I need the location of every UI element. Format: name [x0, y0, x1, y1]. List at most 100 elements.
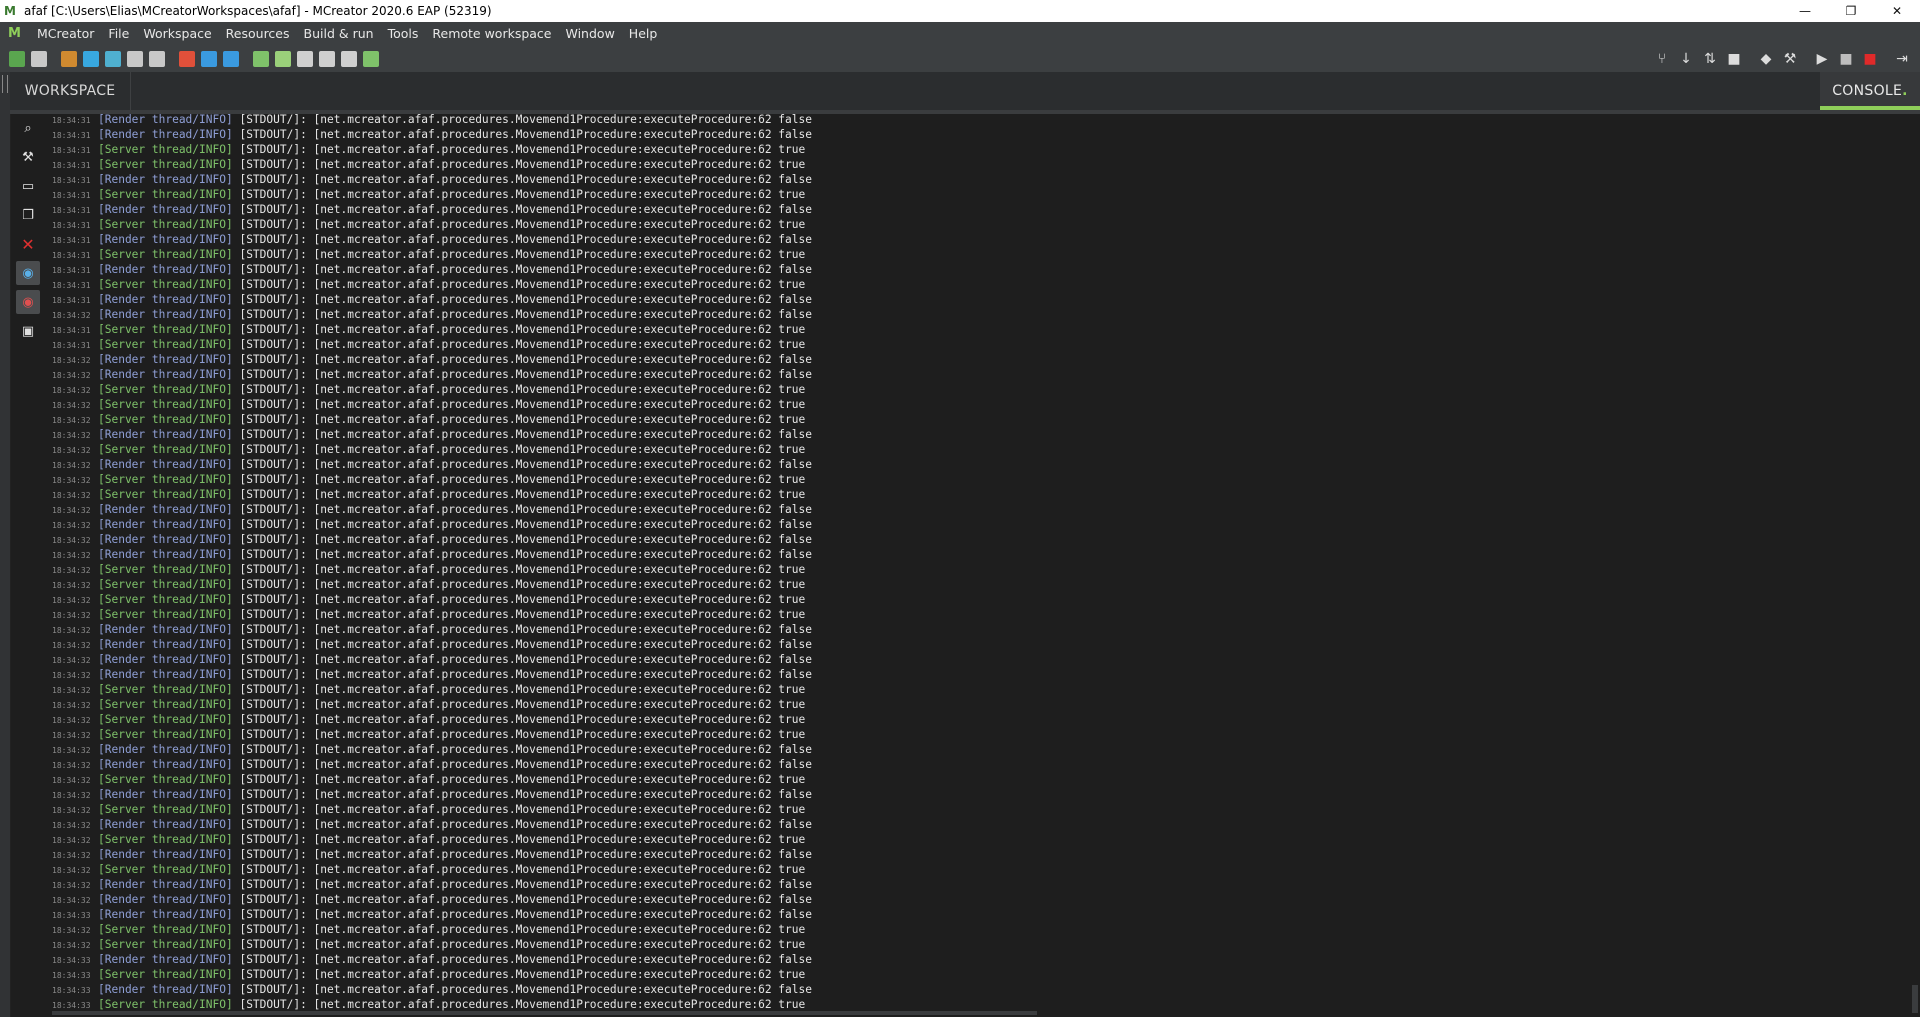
log-line: 18:34:32 [Server thread/INFO] [STDOUT/]: …: [52, 682, 1902, 697]
log-line: 18:34:32 [Server thread/INFO] [STDOUT/]: …: [52, 712, 1902, 727]
menu-tools[interactable]: Tools: [381, 22, 426, 46]
log-timestamp: 18:34:32: [52, 806, 91, 815]
hammer-icon[interactable]: ⚒: [1780, 49, 1800, 69]
log-message: [STDOUT/]: [net.mcreator.afaf.procedures…: [232, 893, 812, 906]
search-icon[interactable]: ⌕: [16, 116, 40, 140]
menu-resources[interactable]: Resources: [219, 22, 297, 46]
toolbar-tool-icon[interactable]: [179, 51, 195, 67]
menu-file[interactable]: File: [101, 22, 136, 46]
log-message: [STDOUT/]: [net.mcreator.afaf.procedures…: [232, 668, 812, 681]
toolbar-tool-icon[interactable]: [341, 51, 357, 67]
log-thread: [Render thread/INFO]: [98, 983, 233, 996]
toolbar-left-group: [0, 51, 382, 67]
log-timestamp: 18:34:33: [52, 986, 91, 995]
toolbar-tool-icon[interactable]: [319, 51, 335, 67]
log-line: 18:34:31 [Render thread/INFO] [STDOUT/]: …: [52, 202, 1902, 217]
push-icon[interactable]: ⇅: [1700, 49, 1720, 69]
tab-console-underline: [1820, 106, 1920, 110]
drag-grip-icon[interactable]: [2, 75, 8, 93]
log-timestamp: 18:34:32: [52, 821, 91, 830]
toolbar-tool-icon[interactable]: [201, 51, 217, 67]
eye-blue-icon[interactable]: ◉: [16, 261, 40, 285]
window-title: afaf [C:\Users\Elias\MCreatorWorkspaces\…: [24, 4, 492, 18]
log-timestamp: 18:34:33: [52, 1001, 91, 1010]
log-timestamp: 18:34:32: [52, 836, 91, 845]
horizontal-scrollbar[interactable]: [52, 1011, 1037, 1015]
minimize-button[interactable]: —: [1782, 0, 1828, 22]
log-line: 18:34:32 [Render thread/INFO] [STDOUT/]: …: [52, 637, 1902, 652]
toolbar-tool-icon[interactable]: [9, 51, 25, 67]
log-thread: [Render thread/INFO]: [98, 953, 233, 966]
stop-gray-icon[interactable]: ■: [1836, 49, 1856, 69]
log-message: [STDOUT/]: [net.mcreator.afaf.procedures…: [232, 803, 806, 816]
lock-icon[interactable]: ▣: [16, 319, 40, 343]
log-line: 18:34:33 [Server thread/INFO] [STDOUT/]: …: [52, 997, 1902, 1012]
clear-icon[interactable]: ✕: [16, 232, 40, 256]
close-button[interactable]: ✕: [1874, 0, 1920, 22]
run-icon[interactable]: ▶: [1812, 49, 1832, 69]
log-line: 18:34:31 [Server thread/INFO] [STDOUT/]: …: [52, 157, 1902, 172]
log-timestamp: 18:34:32: [52, 476, 91, 485]
log-message: [STDOUT/]: [net.mcreator.afaf.procedures…: [232, 968, 806, 981]
log-line: 18:34:33 [Render thread/INFO] [STDOUT/]: …: [52, 982, 1902, 997]
terminal-icon[interactable]: ▭: [16, 174, 40, 198]
menu-help[interactable]: Help: [622, 22, 665, 46]
log-message: [STDOUT/]: [net.mcreator.afaf.procedures…: [232, 953, 812, 966]
log-thread: [Server thread/INFO]: [98, 188, 233, 201]
toolbar-tool-icon[interactable]: [31, 51, 47, 67]
menu-build-run[interactable]: Build & run: [297, 22, 381, 46]
log-thread: [Server thread/INFO]: [98, 938, 233, 951]
log-line: 18:34:32 [Render thread/INFO] [STDOUT/]: …: [52, 307, 1902, 322]
log-message: [STDOUT/]: [net.mcreator.afaf.procedures…: [232, 308, 812, 321]
toolbar-tool-icon[interactable]: [275, 51, 291, 67]
log-line: 18:34:32 [Server thread/INFO] [STDOUT/]: …: [52, 727, 1902, 742]
eye-red-icon[interactable]: ◉: [16, 290, 40, 314]
log-thread: [Render thread/INFO]: [98, 758, 233, 771]
eraser-icon[interactable]: ◆: [1756, 49, 1776, 69]
vertical-scrollbar[interactable]: [1912, 985, 1918, 1013]
toolbar-tool-icon[interactable]: [253, 51, 269, 67]
toolbar-tool-icon[interactable]: [363, 51, 379, 67]
maximize-button[interactable]: ❐: [1828, 0, 1874, 22]
toolbar-tool-icon[interactable]: [105, 51, 121, 67]
export-icon[interactable]: ⇥: [1892, 49, 1912, 69]
folder-icon[interactable]: ■: [1724, 49, 1744, 69]
toolbar-tool-icon[interactable]: [61, 51, 77, 67]
log-line: 18:34:32 [Server thread/INFO] [STDOUT/]: …: [52, 697, 1902, 712]
menu-mcreator[interactable]: MCreator: [30, 22, 101, 46]
log-message: [STDOUT/]: [net.mcreator.afaf.procedures…: [232, 263, 812, 276]
toolbar-tool-icon[interactable]: [149, 51, 165, 67]
log-timestamp: 18:34:32: [52, 941, 91, 950]
log-message: [STDOUT/]: [net.mcreator.afaf.procedures…: [232, 608, 806, 621]
build-icon[interactable]: ⚒: [16, 145, 40, 169]
menu-window[interactable]: Window: [559, 22, 622, 46]
pull-icon[interactable]: ↓: [1676, 49, 1696, 69]
log-thread: [Server thread/INFO]: [98, 473, 233, 486]
log-timestamp: 18:34:32: [52, 386, 91, 395]
log-timestamp: 18:34:31: [52, 221, 91, 230]
log-thread: [Render thread/INFO]: [98, 428, 233, 441]
stop-red-icon[interactable]: ■: [1860, 49, 1880, 69]
log-message: [STDOUT/]: [net.mcreator.afaf.procedures…: [232, 458, 812, 471]
copy-icon[interactable]: ❐: [16, 203, 40, 227]
tab-console[interactable]: CONSOLE.: [1820, 72, 1920, 110]
tab-workspace[interactable]: WORKSPACE: [10, 72, 131, 110]
log-thread: [Server thread/INFO]: [98, 488, 233, 501]
log-message: [STDOUT/]: [net.mcreator.afaf.procedures…: [232, 518, 812, 531]
left-gutter: [0, 72, 11, 1017]
menu-workspace[interactable]: Workspace: [136, 22, 218, 46]
toolbar-tool-icon[interactable]: [127, 51, 143, 67]
console-output[interactable]: 18:34:31 [Render thread/INFO] [STDOUT/]: …: [52, 112, 1902, 1012]
log-line: 18:34:32 [Server thread/INFO] [STDOUT/]: …: [52, 937, 1902, 952]
log-message: [STDOUT/]: [net.mcreator.afaf.procedures…: [232, 443, 806, 456]
menu-remote-workspace[interactable]: Remote workspace: [425, 22, 558, 46]
toolbar-tool-icon[interactable]: [223, 51, 239, 67]
log-line: 18:34:32 [Render thread/INFO] [STDOUT/]: …: [52, 622, 1902, 637]
log-timestamp: 18:34:32: [52, 491, 91, 500]
git-branch-icon[interactable]: ⑂: [1652, 49, 1672, 69]
log-timestamp: 18:34:33: [52, 911, 91, 920]
toolbar-tool-icon[interactable]: [83, 51, 99, 67]
log-line: 18:34:32 [Render thread/INFO] [STDOUT/]: …: [52, 457, 1902, 472]
toolbar-tool-icon[interactable]: [297, 51, 313, 67]
log-message: [STDOUT/]: [net.mcreator.afaf.procedures…: [232, 203, 812, 216]
